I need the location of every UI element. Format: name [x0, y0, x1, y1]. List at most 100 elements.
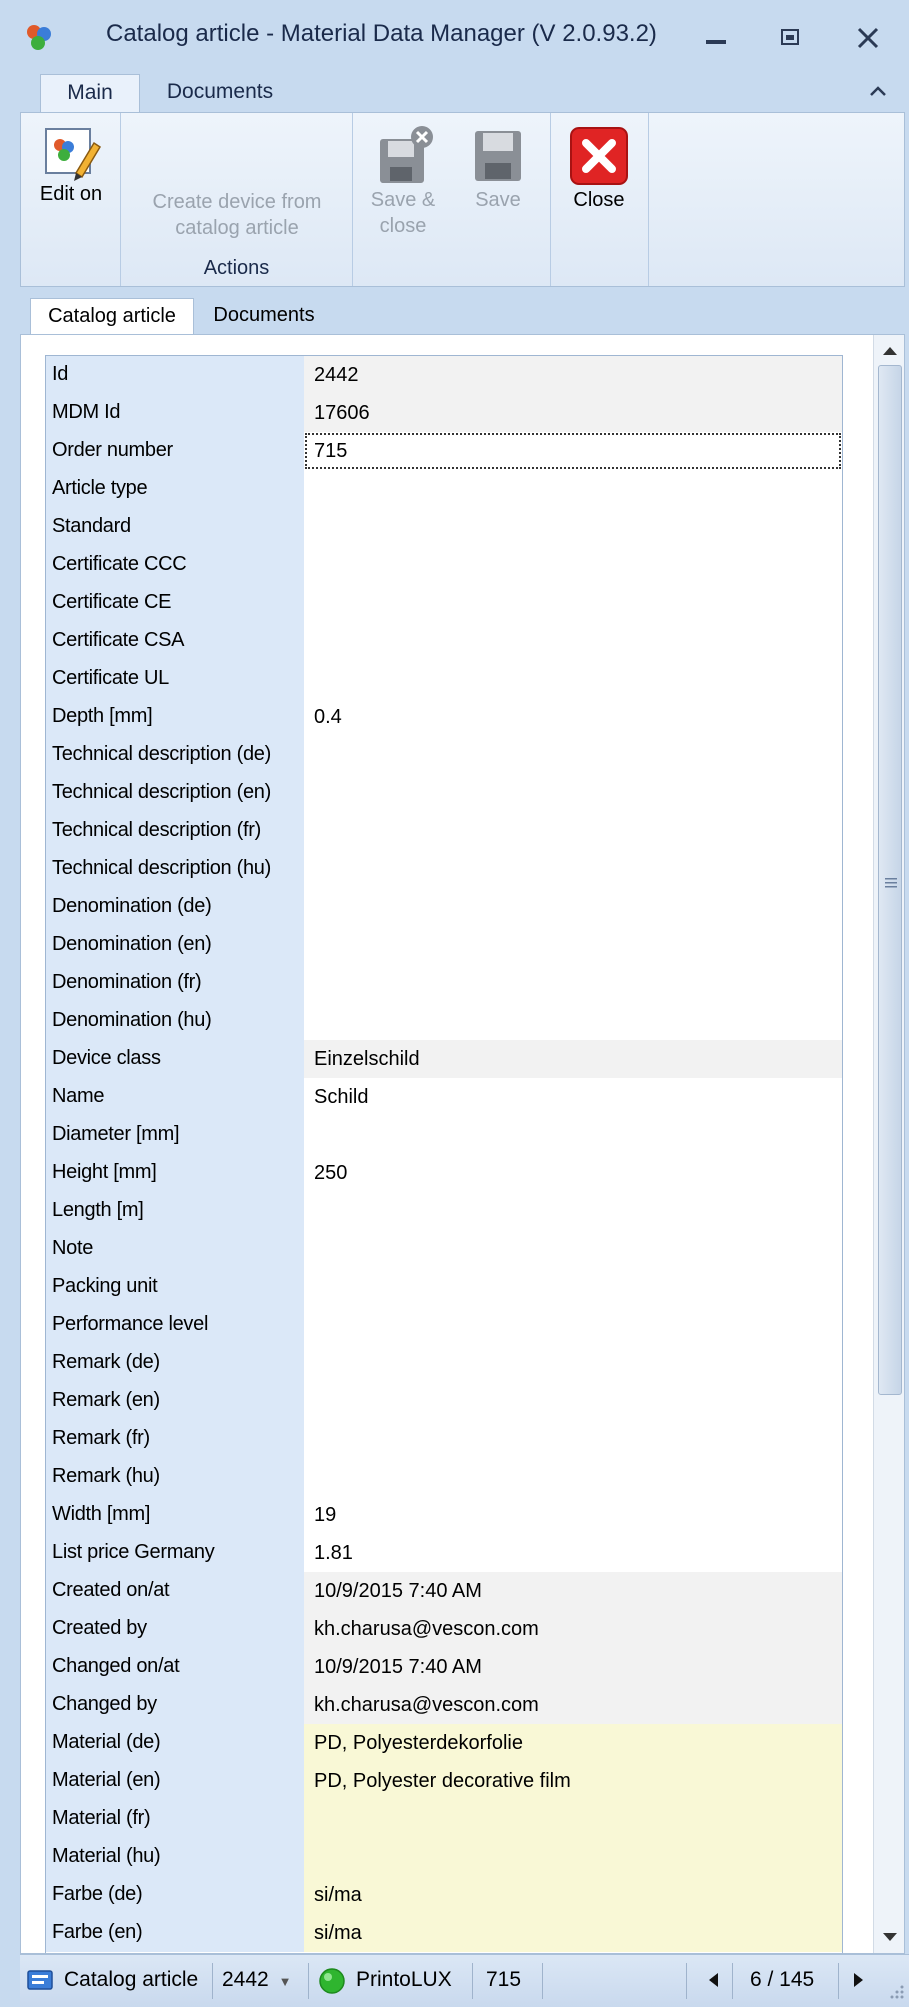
- minimize-button[interactable]: [696, 22, 736, 54]
- actions-group-label: Actions: [203, 257, 270, 279]
- property-label: Width [mm]: [46, 1496, 304, 1534]
- status-separator: [732, 1963, 733, 1999]
- property-value[interactable]: 10/9/2015 7:40 AM: [304, 1572, 842, 1610]
- scroll-up-arrow-icon[interactable]: [874, 335, 905, 367]
- property-value[interactable]: 1.81: [304, 1534, 842, 1572]
- property-value[interactable]: PD, Polyester decorative film: [304, 1762, 842, 1800]
- property-row: Denomination (de): [46, 888, 842, 926]
- property-label: Technical description (fr): [46, 812, 304, 850]
- property-value[interactable]: 2442: [304, 356, 842, 394]
- property-value[interactable]: [304, 1458, 842, 1496]
- property-value[interactable]: [304, 926, 842, 964]
- save-close-label-line1: Save &: [370, 189, 436, 211]
- property-value[interactable]: 250: [304, 1154, 842, 1192]
- property-value[interactable]: [304, 1002, 842, 1040]
- property-value[interactable]: [304, 1382, 842, 1420]
- property-value[interactable]: Einzelschild: [304, 1040, 842, 1078]
- property-value[interactable]: [304, 1800, 842, 1838]
- status-separator: [838, 1963, 839, 1999]
- tab-documents[interactable]: Documents: [204, 298, 324, 334]
- save-close-button[interactable]: Save & close: [361, 125, 445, 239]
- maximize-button[interactable]: [770, 22, 810, 54]
- property-row: Certificate CSA: [46, 622, 842, 660]
- previous-record-icon[interactable]: [706, 1971, 720, 1989]
- scrollbar-thumb[interactable]: [878, 365, 902, 1395]
- property-value[interactable]: kh.charusa@vescon.com: [304, 1610, 842, 1648]
- property-label: Device class: [46, 1040, 304, 1078]
- property-value[interactable]: kh.charusa@vescon.com: [304, 1686, 842, 1724]
- property-row: Farbe (de) si/ma: [46, 1876, 842, 1914]
- resize-grip-icon[interactable]: [886, 1981, 906, 2001]
- property-value[interactable]: si/ma: [304, 1876, 842, 1914]
- green-status-icon: [319, 1968, 345, 1994]
- property-value[interactable]: [304, 470, 842, 508]
- property-label: Remark (de): [46, 1344, 304, 1382]
- property-value[interactable]: 715: [304, 432, 842, 470]
- property-value[interactable]: [304, 812, 842, 850]
- property-label: Diameter [mm]: [46, 1116, 304, 1154]
- close-button[interactable]: Close: [557, 125, 641, 213]
- status-separator: [542, 1963, 543, 1999]
- save-button[interactable]: Save: [459, 125, 537, 213]
- property-value[interactable]: [304, 1344, 842, 1382]
- property-value[interactable]: [304, 850, 842, 888]
- property-value[interactable]: [304, 508, 842, 546]
- property-value[interactable]: [304, 964, 842, 1002]
- property-label: Certificate CE: [46, 584, 304, 622]
- property-row: Certificate CE: [46, 584, 842, 622]
- edit-on-button[interactable]: Edit on: [29, 125, 113, 207]
- property-value[interactable]: [304, 1420, 842, 1458]
- property-value[interactable]: [304, 774, 842, 812]
- property-value[interactable]: [304, 1192, 842, 1230]
- tab-catalog-article[interactable]: Catalog article: [30, 298, 194, 334]
- property-label: Id: [46, 356, 304, 394]
- save-close-label-line2: close: [379, 215, 427, 237]
- status-record-position: 6 / 145: [750, 1968, 815, 1991]
- create-device-button[interactable]: Create device from catalog article: [121, 189, 353, 241]
- property-row: Id 2442: [46, 356, 842, 394]
- window-close-button[interactable]: [848, 22, 888, 54]
- vertical-scrollbar[interactable]: [873, 335, 905, 1953]
- property-value[interactable]: [304, 736, 842, 774]
- property-value[interactable]: [304, 584, 842, 622]
- property-label: Material (de): [46, 1724, 304, 1762]
- property-label: Created on/at: [46, 1572, 304, 1610]
- property-label: Farbe (de): [46, 1876, 304, 1914]
- property-value[interactable]: [304, 622, 842, 660]
- property-value[interactable]: si/ma: [304, 1914, 842, 1952]
- grip-icon: [885, 878, 897, 888]
- property-value[interactable]: PD, Polyesterdekorfolie: [304, 1724, 842, 1762]
- ribbon-tab-documents[interactable]: Documents: [150, 74, 290, 114]
- property-value[interactable]: [304, 546, 842, 584]
- property-value[interactable]: [304, 1268, 842, 1306]
- property-value[interactable]: [304, 1116, 842, 1154]
- property-label: Material (fr): [46, 1800, 304, 1838]
- status-id-dropdown[interactable]: 2442 ▼: [222, 1955, 291, 2005]
- property-value[interactable]: [304, 660, 842, 698]
- status-manufacturer: PrintoLUX: [356, 1968, 452, 1991]
- property-row: Technical description (en): [46, 774, 842, 812]
- property-value[interactable]: Schild: [304, 1078, 842, 1116]
- next-record-icon[interactable]: [852, 1971, 866, 1989]
- app-icon: [27, 25, 51, 50]
- chevron-up-icon[interactable]: [866, 80, 890, 104]
- scroll-down-arrow-icon[interactable]: [874, 1921, 905, 1953]
- property-value[interactable]: 0.4: [304, 698, 842, 736]
- property-value[interactable]: [304, 1838, 842, 1876]
- property-value[interactable]: 17606: [304, 394, 842, 432]
- property-value[interactable]: 10/9/2015 7:40 AM: [304, 1648, 842, 1686]
- save-label: Save: [475, 189, 521, 211]
- property-row: Width [mm] 19: [46, 1496, 842, 1534]
- property-value[interactable]: [304, 1306, 842, 1344]
- status-separator: [472, 1963, 473, 1999]
- ribbon-tab-main[interactable]: Main: [40, 74, 140, 114]
- property-value[interactable]: [304, 1230, 842, 1268]
- property-grid: Id 2442 MDM Id 17606 Order number 715 Article …: [45, 355, 843, 1953]
- property-row: Device class Einzelschild: [46, 1040, 842, 1078]
- property-row: Name Schild: [46, 1078, 842, 1116]
- property-value[interactable]: 19: [304, 1496, 842, 1534]
- property-label: Performance level: [46, 1306, 304, 1344]
- property-label: Technical description (de): [46, 736, 304, 774]
- property-value[interactable]: [304, 888, 842, 926]
- property-label: Denomination (de): [46, 888, 304, 926]
